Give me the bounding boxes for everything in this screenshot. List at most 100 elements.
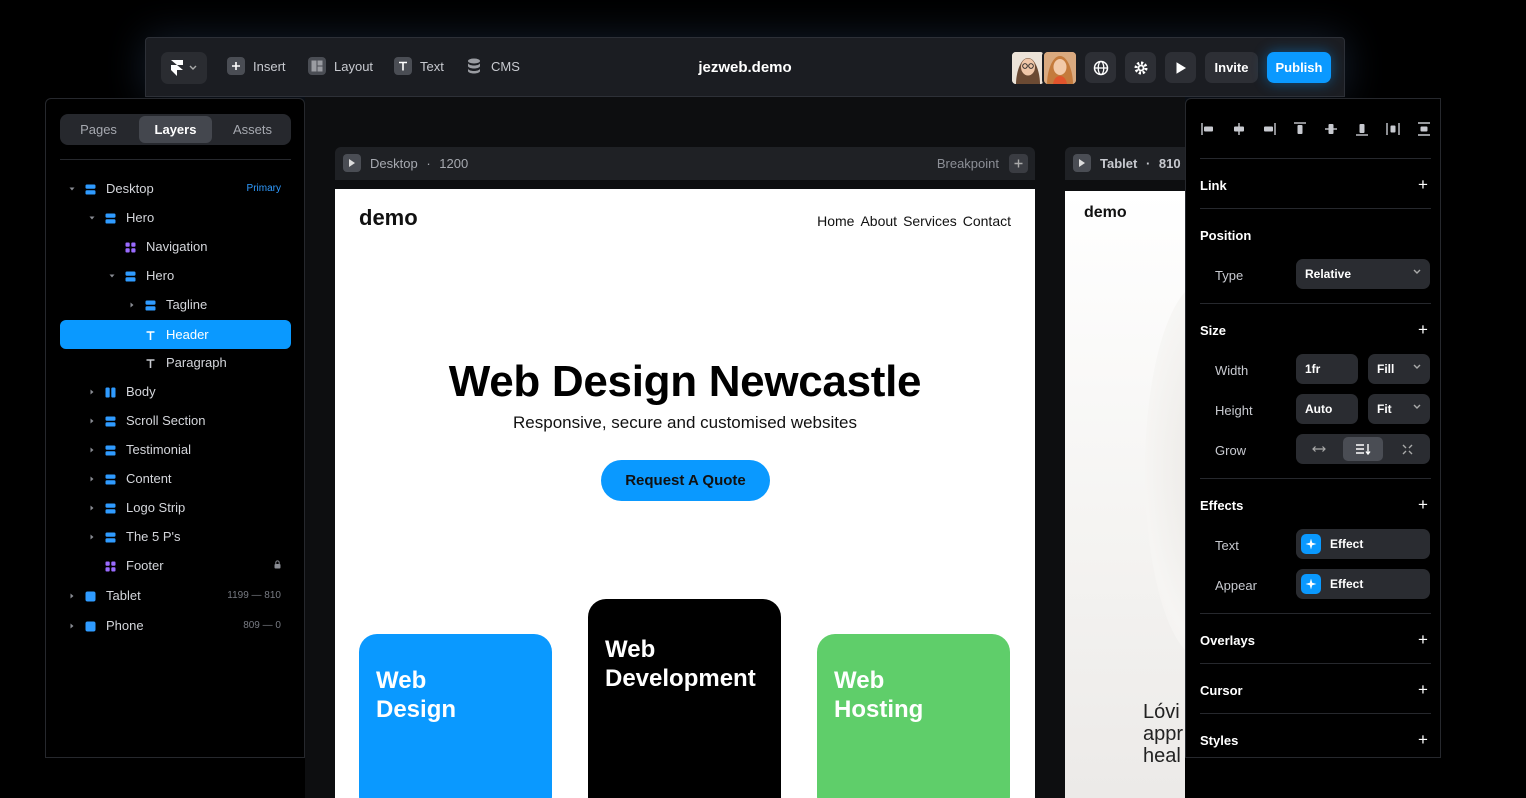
invite-button[interactable]: Invite xyxy=(1205,52,1258,83)
align-center-h-icon[interactable] xyxy=(1232,122,1246,136)
layer-phone[interactable]: Phone 809 — 0 xyxy=(60,611,291,640)
text-effect-field[interactable]: Effect xyxy=(1296,529,1430,559)
nav-link-contact[interactable]: Contact xyxy=(963,213,1011,229)
desktop-site-frame[interactable]: demo Home About Services Contact Web Des… xyxy=(335,189,1035,798)
layer-footer[interactable]: Footer xyxy=(60,551,291,580)
chevron-down-icon[interactable] xyxy=(89,215,95,221)
nav-link-services[interactable]: Services xyxy=(903,213,957,229)
layer-name: Footer xyxy=(126,558,164,573)
divider xyxy=(1200,208,1431,209)
layer-desktop[interactable]: Desktop Primary xyxy=(60,174,291,203)
layout-button[interactable]: Layout xyxy=(308,57,373,75)
appear-effect-field[interactable]: Effect xyxy=(1296,569,1430,599)
width-input[interactable]: 1fr xyxy=(1296,354,1358,384)
height-input[interactable]: Auto xyxy=(1296,394,1358,424)
grow-both-button[interactable] xyxy=(1387,437,1427,461)
chevron-right-icon[interactable] xyxy=(89,389,95,395)
layer-scroll-section[interactable]: Scroll Section xyxy=(60,406,291,435)
align-top-icon[interactable] xyxy=(1293,122,1307,136)
align-left-icon[interactable] xyxy=(1201,122,1215,136)
text-icon xyxy=(145,329,156,340)
publish-button[interactable]: Publish xyxy=(1267,52,1331,83)
layer-name: Desktop xyxy=(106,181,154,196)
section-position-title: Position xyxy=(1200,228,1252,243)
design-canvas[interactable]: Desktop · 1200 Breakpoint demo Home Abou… xyxy=(305,97,1185,798)
align-center-v-icon[interactable] xyxy=(1324,122,1338,136)
hero-subtitle[interactable]: Responsive, secure and customised websit… xyxy=(335,413,1035,433)
tab-layers[interactable]: Layers xyxy=(139,116,212,143)
globe-button[interactable] xyxy=(1085,52,1116,83)
add-cursor-plus-icon[interactable]: + xyxy=(1418,681,1428,698)
text-button[interactable]: Text xyxy=(394,57,444,75)
preview-button[interactable] xyxy=(1165,52,1196,83)
layer-the-5-ps[interactable]: The 5 P's xyxy=(60,522,291,551)
grow-horizontal-button[interactable] xyxy=(1299,437,1339,461)
add-breakpoint-button[interactable] xyxy=(1009,154,1028,173)
layer-testimonial[interactable]: Testimonial xyxy=(60,435,291,464)
layer-tagline[interactable]: Tagline xyxy=(60,290,291,319)
card-web-hosting[interactable]: Web Hosting xyxy=(817,634,1010,798)
chevron-down-icon[interactable] xyxy=(69,186,75,192)
distribute-v-icon[interactable] xyxy=(1417,122,1431,136)
chevron-right-icon[interactable] xyxy=(89,534,95,540)
position-type-select[interactable]: Relative xyxy=(1296,259,1430,289)
desktop-frame-bar[interactable]: Desktop · 1200 Breakpoint xyxy=(335,147,1035,180)
collaborator-avatars[interactable] xyxy=(1010,50,1078,86)
add-style-plus-icon[interactable]: + xyxy=(1418,731,1428,748)
tablet-site-frame[interactable]: demo Lóvi appr heal xyxy=(1065,191,1185,798)
layer-tablet[interactable]: Tablet 1199 — 810 xyxy=(60,581,291,610)
layer-hero[interactable]: Hero xyxy=(60,203,291,232)
request-quote-button[interactable]: Request A Quote xyxy=(601,460,770,501)
site-logo[interactable]: demo xyxy=(1084,204,1127,222)
add-overlay-plus-icon[interactable]: + xyxy=(1418,631,1428,648)
align-right-icon[interactable] xyxy=(1262,122,1276,136)
align-bottom-icon[interactable] xyxy=(1355,122,1369,136)
tab-pages[interactable]: Pages xyxy=(62,116,135,143)
layer-logo-strip[interactable]: Logo Strip xyxy=(60,493,291,522)
add-link-plus-icon[interactable]: + xyxy=(1418,176,1428,193)
chevron-right-icon[interactable] xyxy=(89,418,95,424)
height-mode-select[interactable]: Fit xyxy=(1368,394,1430,424)
grow-vertical-button[interactable] xyxy=(1343,437,1383,461)
layer-name: Content xyxy=(126,471,172,486)
add-size-plus-icon[interactable]: + xyxy=(1418,321,1428,338)
tablet-frame-bar[interactable]: Tablet · 810 xyxy=(1065,147,1185,180)
chevron-right-icon[interactable] xyxy=(69,623,75,629)
width-mode-select[interactable]: Fill xyxy=(1368,354,1430,384)
grow-label: Grow xyxy=(1215,443,1247,458)
chevron-right-icon[interactable] xyxy=(89,447,95,453)
layer-hero-inner[interactable]: Hero xyxy=(60,261,291,290)
layer-body[interactable]: Body xyxy=(60,377,291,406)
chevron-right-icon[interactable] xyxy=(129,302,135,308)
layer-name: Paragraph xyxy=(166,355,227,370)
add-effect-plus-icon[interactable]: + xyxy=(1418,496,1428,513)
card-web-design[interactable]: Web Design xyxy=(359,634,552,798)
site-logo[interactable]: demo xyxy=(359,205,418,231)
card-web-development[interactable]: Web Development xyxy=(588,599,781,798)
hero-title[interactable]: Web Design Newcastle xyxy=(335,357,1035,407)
settings-button[interactable] xyxy=(1125,52,1156,83)
expand-icon xyxy=(1402,444,1412,454)
framer-menu-button[interactable] xyxy=(161,52,207,84)
layer-header[interactable]: Header xyxy=(60,320,291,349)
chevron-down-icon[interactable] xyxy=(109,273,115,279)
nav-link-about[interactable]: About xyxy=(860,213,897,229)
chevron-right-icon[interactable] xyxy=(69,593,75,599)
nav-link-home[interactable]: Home xyxy=(817,213,854,229)
lock-icon[interactable] xyxy=(274,559,281,572)
avatar[interactable] xyxy=(1042,50,1078,86)
chevron-right-icon[interactable] xyxy=(89,476,95,482)
layer-navigation[interactable]: Navigation xyxy=(60,232,291,261)
play-icon[interactable] xyxy=(343,154,361,172)
cms-button[interactable]: CMS xyxy=(465,57,520,75)
distribute-h-icon[interactable] xyxy=(1386,122,1400,136)
insert-button[interactable]: Insert xyxy=(227,57,286,75)
layer-name: Hero xyxy=(146,268,175,283)
layer-content[interactable]: Content xyxy=(60,464,291,493)
grow-segmented-control xyxy=(1296,434,1430,464)
play-icon[interactable] xyxy=(1073,154,1091,172)
chevron-right-icon[interactable] xyxy=(89,505,95,511)
layer-paragraph[interactable]: Paragraph xyxy=(60,348,291,377)
tab-assets[interactable]: Assets xyxy=(216,116,289,143)
avatar[interactable] xyxy=(1010,50,1046,86)
